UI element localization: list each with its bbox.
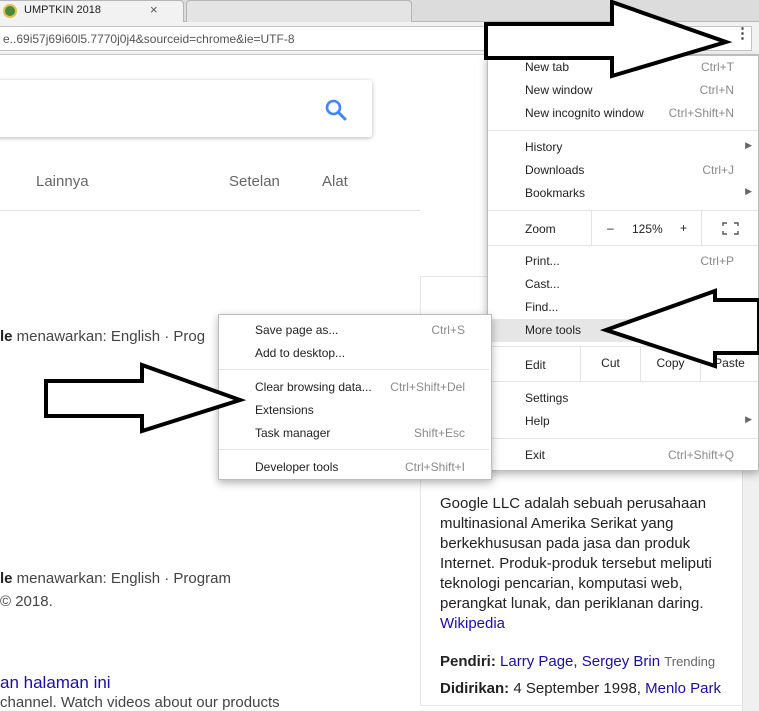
menu-find[interactable]: Find... Ctrl+F (488, 296, 758, 319)
submenu-clear-browsing-data[interactable]: Clear browsing data... Ctrl+Shift+Del (219, 376, 491, 399)
zoom-level: 125% (632, 222, 663, 236)
founder-link-sergey[interactable]: Sergey Brin (582, 653, 660, 670)
browser-toolbar: e..69i57j69i60l5.7770j0j4&sourceid=chrom… (0, 22, 759, 55)
svg-text:G: G (680, 34, 685, 42)
copyright-text: © 2018. (0, 593, 53, 610)
zoom-controls: – 125% + (591, 211, 701, 245)
zoom-label: Zoom (525, 222, 556, 236)
menu-divider (219, 449, 489, 450)
address-bar[interactable]: e..69i57j69i60l5.7770j0j4&sourceid=chrom… (0, 26, 752, 51)
active-tab[interactable]: UMPTKIN 2018 × (0, 0, 184, 22)
founded-place-link[interactable]: Menlo Park (645, 680, 721, 697)
zoom-magnifier-icon[interactable] (650, 31, 666, 48)
menu-more-tools[interactable]: More tools ▶ (488, 319, 758, 342)
language-offer-top: le menawarkan: English · Prog (0, 328, 206, 345)
tab-tools[interactable]: Alat (322, 173, 348, 190)
tab-title: UMPTKIN 2018 (24, 4, 102, 16)
result-link[interactable]: an halaman ini (0, 673, 111, 693)
menu-divider (488, 438, 758, 439)
language-offer-bottom: le menawarkan: English · Program (0, 570, 231, 587)
tab-more[interactable]: Lainnya (36, 173, 89, 190)
menu-downloads[interactable]: Downloads Ctrl+J (488, 159, 758, 182)
site-favicon-icon (3, 4, 17, 18)
search-icon[interactable] (324, 98, 348, 122)
founder-link-larry[interactable]: Larry Page (500, 653, 573, 670)
menu-settings[interactable]: Settings (488, 387, 758, 410)
kp-description: Google LLC adalah sebuah perusahaan mult… (440, 495, 712, 632)
fullscreen-icon (722, 222, 739, 235)
submenu-extensions[interactable]: Extensions (219, 399, 491, 422)
blank-tab[interactable] (186, 0, 412, 22)
chrome-menu-button[interactable]: ⋮ (735, 26, 750, 41)
paste-button[interactable]: Paste (700, 347, 758, 381)
menu-cast[interactable]: Cast... (488, 273, 758, 296)
menu-divider (219, 369, 489, 370)
wikipedia-link[interactable]: Wikipedia (440, 615, 505, 632)
copy-button[interactable]: Copy (640, 347, 700, 381)
edit-label: Edit (525, 358, 546, 372)
result-snippet: channel. Watch videos about our products (0, 694, 280, 711)
menu-divider (488, 245, 758, 246)
bookmark-star-icon[interactable]: ☆ (702, 31, 718, 47)
submenu-developer-tools[interactable]: Developer tools Ctrl+Shift+I (219, 456, 491, 479)
tab-settings[interactable]: Setelan (229, 173, 280, 190)
menu-divider (488, 130, 758, 131)
zoom-out-button[interactable]: – (607, 221, 614, 235)
nav-divider (0, 210, 420, 211)
more-tools-submenu: Save page as... Ctrl+S Add to desktop... … (218, 314, 492, 480)
fullscreen-button[interactable] (701, 211, 758, 245)
search-box[interactable] (0, 80, 372, 137)
menu-zoom-row: Zoom – 125% + (488, 211, 758, 245)
tab-close-icon[interactable]: × (150, 2, 158, 17)
menu-edit-row: Edit Cut Copy Paste (488, 347, 758, 381)
menu-new-window[interactable]: New window Ctrl+N (488, 79, 758, 102)
submenu-task-manager[interactable]: Task manager Shift+Esc (219, 422, 491, 445)
menu-history[interactable]: History ▶ (488, 136, 758, 159)
kp-founded: Didirikan: 4 September 1998, Menlo Park (440, 680, 721, 697)
menu-new-incognito[interactable]: New incognito window Ctrl+Shift+N (488, 102, 758, 125)
submenu-arrow-icon: ▶ (745, 140, 752, 150)
menu-exit[interactable]: Exit Ctrl+Shift+Q (488, 444, 758, 467)
menu-print[interactable]: Print... Ctrl+P (488, 250, 758, 273)
cut-button[interactable]: Cut (580, 347, 640, 381)
menu-new-tab[interactable]: New tab Ctrl+T (488, 56, 758, 79)
kp-founders: Pendiri: Larry Page, Sergey Brin Trendin… (440, 653, 716, 670)
menu-help[interactable]: Help ▶ (488, 410, 758, 433)
menu-bookmarks[interactable]: Bookmarks ▶ (488, 182, 758, 205)
menu-divider (488, 381, 758, 382)
arrow-to-extensions-icon (44, 362, 247, 434)
url-text[interactable]: e..69i57j69i60l5.7770j0j4&sourceid=chrom… (3, 32, 295, 46)
trending-label: Trending (664, 654, 716, 669)
submenu-arrow-icon: ▶ (745, 414, 752, 424)
submenu-arrow-icon: ▶ (745, 186, 752, 196)
chrome-menu: New tab Ctrl+T New window Ctrl+N New incog… (487, 55, 759, 471)
zoom-in-button[interactable]: + (680, 221, 687, 235)
submenu-add-to-desktop[interactable]: Add to desktop... (219, 342, 491, 365)
submenu-save-page[interactable]: Save page as... Ctrl+S (219, 319, 491, 342)
tab-strip: UMPTKIN 2018 × (0, 0, 759, 22)
submenu-arrow-icon: ▶ (745, 323, 752, 333)
translate-icon[interactable]: G (676, 31, 692, 49)
